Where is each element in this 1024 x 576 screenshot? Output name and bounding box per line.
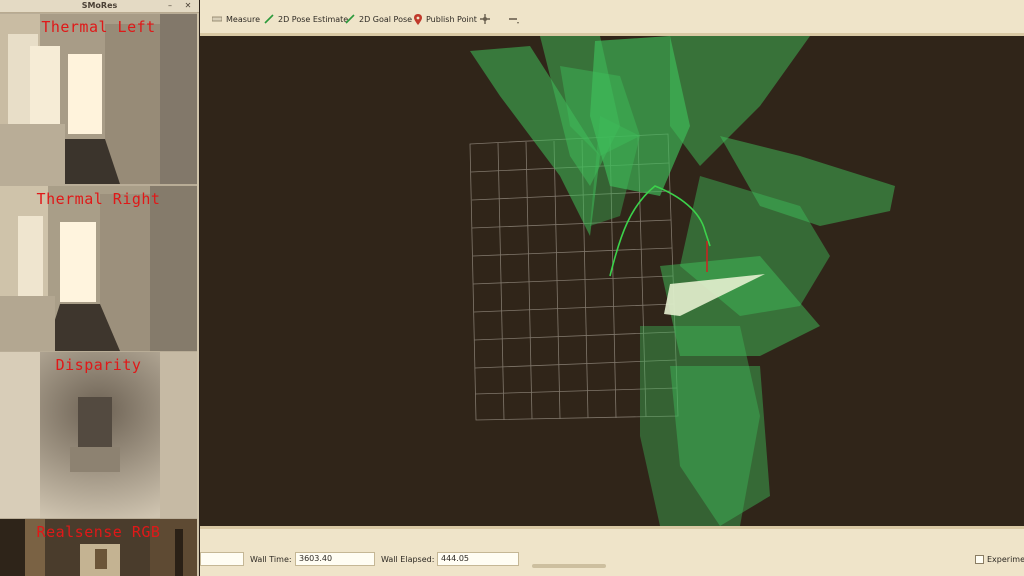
- wall-time-field[interactable]: 3603.40: [295, 552, 375, 566]
- window-titlebar[interactable]: SMoRes – ✕: [0, 0, 199, 13]
- minimize-icon[interactable]: –: [165, 1, 175, 11]
- map-pin-icon: [414, 13, 422, 25]
- disparity-image: [0, 352, 197, 518]
- realsense-rgb-panel: Realsense RGB: [0, 519, 197, 576]
- panel-label: Realsense RGB: [36, 523, 161, 541]
- thermal-left-image: [0, 14, 197, 184]
- close-icon[interactable]: ✕: [183, 1, 193, 11]
- experimental-label: Experime: [987, 555, 1024, 564]
- minus-icon: [509, 18, 519, 24]
- time-panel: Wall Time: 3603.40 Wall Elapsed: 444.05 …: [200, 526, 1024, 576]
- thermal-right-image: [0, 186, 197, 351]
- measure-tool[interactable]: Measure: [212, 12, 260, 26]
- wall-elapsed-label: Wall Elapsed:: [381, 555, 435, 564]
- wall-elapsed-field[interactable]: 444.05: [437, 552, 519, 566]
- move-camera-tool[interactable]: [480, 12, 490, 26]
- disparity-panel: Disparity: [0, 352, 197, 518]
- ruler-icon: [212, 16, 222, 22]
- image-viewer-window: SMoRes – ✕ Thermal Left Thermal Right Di…: [0, 0, 199, 576]
- pose-estimate-label: 2D Pose Estimate: [278, 14, 349, 24]
- panel-label: Disparity: [55, 356, 142, 374]
- publish-point-tool[interactable]: Publish Point: [414, 12, 477, 26]
- thermal-right-panel: Thermal Right: [0, 186, 197, 351]
- panel-label: Thermal Left: [41, 18, 156, 36]
- move-camera-icon: [480, 14, 490, 24]
- publish-point-label: Publish Point: [426, 14, 477, 24]
- measure-label: Measure: [226, 14, 260, 24]
- remove-tool[interactable]: [508, 12, 520, 26]
- green-arrow-icon: [345, 14, 355, 24]
- point-cloud: [470, 36, 895, 526]
- pose-estimate-tool[interactable]: 2D Pose Estimate: [264, 12, 348, 26]
- panel-label: Thermal Right: [36, 190, 161, 208]
- wall-time-label: Wall Time:: [250, 555, 292, 564]
- ros-time-field[interactable]: [200, 552, 244, 566]
- green-arrow-icon: [264, 14, 274, 24]
- rviz-toolbar: Measure 2D Pose Estimate 2D Goal Pose Pu…: [200, 0, 1024, 36]
- goal-pose-tool[interactable]: 2D Goal Pose: [345, 12, 412, 26]
- experimental-checkbox[interactable]: [975, 555, 984, 564]
- thermal-left-panel: Thermal Left: [0, 14, 197, 184]
- 3d-viewport[interactable]: [200, 36, 1024, 526]
- point-cloud-render[interactable]: [200, 36, 1024, 526]
- horizontal-scrollbar[interactable]: [532, 564, 606, 568]
- goal-pose-label: 2D Goal Pose: [359, 14, 413, 24]
